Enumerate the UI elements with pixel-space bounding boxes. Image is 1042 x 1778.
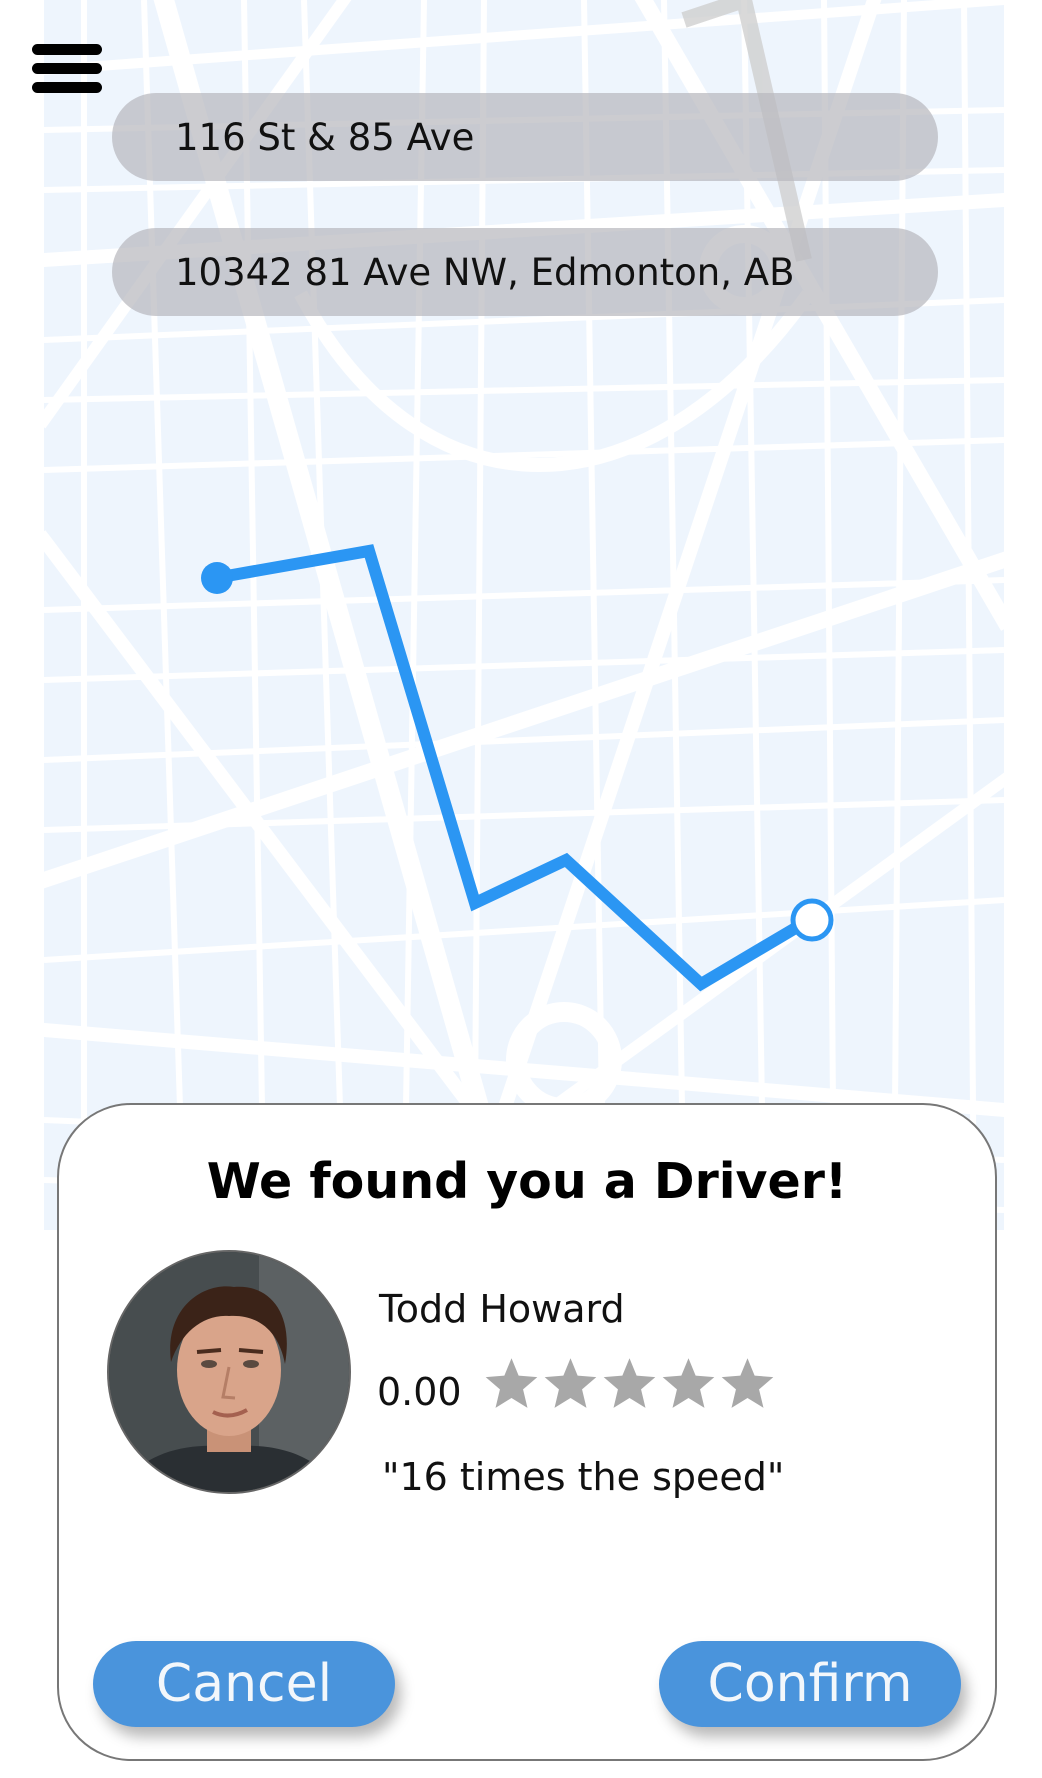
destination-location-field[interactable]: 10342 81 Ave NW, Edmonton, AB bbox=[112, 228, 938, 316]
menu-bar bbox=[32, 82, 102, 93]
pickup-location-text: 116 St & 85 Ave bbox=[175, 115, 475, 159]
cancel-button[interactable]: Cancel bbox=[93, 1641, 395, 1727]
driver-quote: "16 times the speed" bbox=[382, 1455, 785, 1499]
map-canvas bbox=[44, 0, 1004, 1230]
star-icon bbox=[544, 1358, 597, 1408]
pickup-dot-icon[interactable] bbox=[201, 562, 233, 594]
rating-stars bbox=[482, 1353, 777, 1415]
pickup-location-field[interactable]: 116 St & 85 Ave bbox=[112, 93, 938, 181]
menu-bar bbox=[32, 44, 102, 55]
destination-ring-icon[interactable] bbox=[790, 898, 834, 942]
star-icon bbox=[485, 1358, 538, 1408]
card-title: We found you a Driver! bbox=[206, 1153, 848, 1210]
star-icon bbox=[603, 1358, 656, 1408]
destination-location-text: 10342 81 Ave NW, Edmonton, AB bbox=[175, 250, 795, 294]
ride-app-screen: 116 St & 85 Ave 10342 81 Ave NW, Edmonto… bbox=[0, 0, 1042, 1778]
confirm-button[interactable]: Confirm bbox=[659, 1641, 961, 1727]
hamburger-menu-icon[interactable] bbox=[28, 40, 108, 102]
driver-rating-value: 0.00 bbox=[377, 1370, 462, 1414]
driver-found-card: We found you a Driver! Todd Howard 0.00 … bbox=[57, 1103, 997, 1761]
star-icon bbox=[662, 1358, 715, 1408]
driver-photo bbox=[109, 1252, 349, 1492]
star-icon bbox=[721, 1358, 774, 1408]
driver-avatar bbox=[107, 1250, 351, 1494]
map-view[interactable] bbox=[44, 0, 1004, 1230]
driver-name: Todd Howard bbox=[379, 1287, 625, 1331]
menu-bar bbox=[32, 63, 102, 74]
